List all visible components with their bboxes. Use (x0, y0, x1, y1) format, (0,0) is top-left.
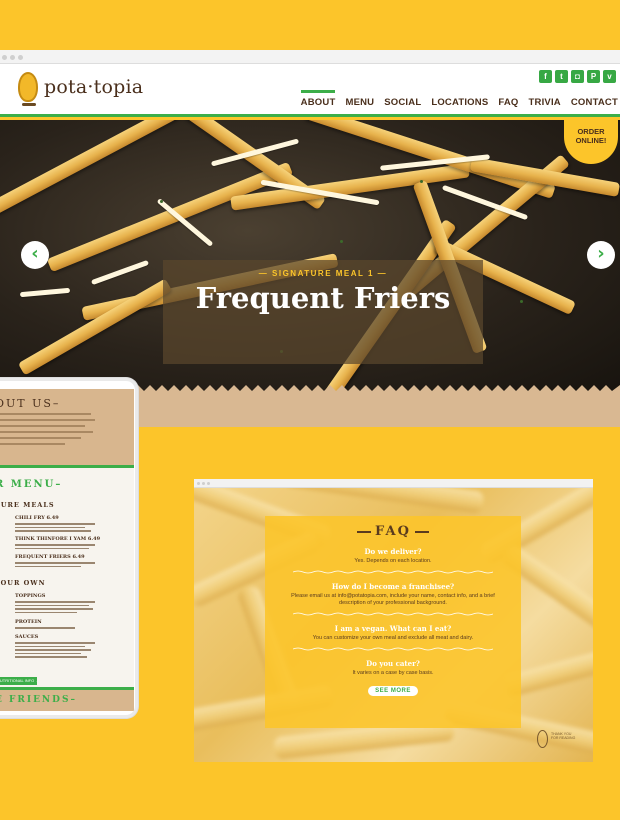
twitter-icon[interactable]: t (555, 70, 568, 83)
faq-panel: FAQ Do we deliver? Yes. Depends on each … (265, 516, 521, 728)
tablet-menu-item[interactable]: THINK THINFORE I YAM 6.49 (15, 536, 100, 549)
tablet-about-section: OUT US– (0, 389, 134, 465)
tablet-friends-section: E FRIENDS– (0, 687, 134, 711)
tablet-protein: PROTEIN (15, 619, 75, 629)
faq-question: Do you cater? (366, 659, 420, 668)
pinterest-icon[interactable]: P (587, 70, 600, 83)
tablet-divider (0, 465, 134, 468)
tablet-menu-heading: R MENU– (0, 479, 63, 490)
tablet-mockup: OUT US– R MENU– TURE MEALS CHILI FRY 6.4… (0, 378, 138, 718)
faq-browser-window: FAQ Do we deliver? Yes. Depends on each … (194, 479, 593, 762)
nav-social[interactable]: SOCIAL (384, 97, 421, 108)
hero-caption: — SIGNATURE MEAL 1 — Frequent Friers (163, 260, 483, 364)
tablet-menu-item[interactable]: FREQUENT FRIERS 6.49 (15, 554, 95, 567)
faq-item[interactable]: How do I become a franchisee? Please ema… (265, 582, 521, 616)
browser-dot[interactable] (10, 55, 15, 60)
browser-dot[interactable] (207, 482, 210, 485)
protein-label: PROTEIN (15, 619, 42, 625)
menu-item-price: 6.49 (46, 515, 59, 521)
toppings-label: TOPPINGS (15, 593, 46, 599)
faq-title: FAQ (265, 524, 521, 539)
social-links: f t ◘ P v (539, 70, 616, 83)
fries-image (46, 161, 294, 273)
carousel-prev-arrow-icon[interactable]: ‹ (21, 241, 49, 269)
faq-item[interactable]: I am a vegan. What can I eat? You can cu… (265, 624, 521, 651)
browser-dot[interactable] (2, 55, 7, 60)
menu-item-name: CHILI FRY (15, 515, 45, 521)
vine-icon[interactable]: v (603, 70, 616, 83)
nutritional-info-button[interactable]: NUTRITIONAL INFO → (0, 677, 37, 685)
mayo-drizzle (19, 287, 71, 298)
order-online-badge[interactable]: ORDER ONLINE! (564, 120, 618, 164)
wave-divider (293, 570, 493, 574)
wave-divider (293, 612, 493, 616)
faq-answer: You can customize your own meal and excl… (312, 635, 474, 641)
faq-answer: Yes. Depends on each location. (354, 558, 432, 564)
wave-divider (293, 647, 493, 651)
herb-garnish (340, 240, 343, 243)
hero-carousel: ORDER ONLINE! ‹ › — SIGNATURE MEAL 1 — F… (0, 120, 620, 397)
desktop-browser-window: pota·topia f t ◘ P v ABOUT MENU SOCIAL L… (0, 50, 620, 427)
sauces-label: SAUCES (15, 634, 39, 640)
faq-question: Do we deliver? (364, 547, 422, 556)
potato-logo-icon[interactable] (18, 72, 38, 106)
menu-item-price: 6.49 (87, 536, 101, 542)
logo-text[interactable]: pota·topia (44, 76, 143, 98)
tablet-screen: OUT US– R MENU– TURE MEALS CHILI FRY 6.4… (0, 389, 134, 711)
tablet-signature-heading: TURE MEALS (0, 501, 55, 509)
herb-garnish (520, 300, 523, 303)
hero-subtitle: — SIGNATURE MEAL 1 — (258, 269, 388, 278)
menu-item-price: 6.49 (72, 554, 85, 560)
faq-question: I am a vegan. What can I eat? (334, 624, 452, 633)
browser-dot[interactable] (197, 482, 200, 485)
tablet-build-your-own-heading: YOUR OWN (0, 579, 46, 587)
browser-title-bar (0, 50, 620, 64)
faq-item[interactable]: Do you cater? It varies on a case by cas… (265, 659, 521, 677)
faq-background-image: FAQ Do we deliver? Yes. Depends on each … (194, 488, 593, 762)
tablet-sauces: SAUCES (15, 634, 95, 658)
browser-dot[interactable] (202, 482, 205, 485)
tablet-about-text (0, 413, 95, 449)
see-more-button[interactable]: SEE MORE (368, 686, 418, 696)
tablet-menu-item[interactable]: CHILI FRY 6.49 (15, 515, 95, 532)
nav-locations[interactable]: LOCATIONS (431, 97, 488, 108)
facebook-icon[interactable]: f (539, 70, 552, 83)
faq-item[interactable]: Do we deliver? Yes. Depends on each loca… (265, 547, 521, 574)
browser-title-bar (194, 479, 593, 488)
faq-question: How do I become a franchisee? (331, 582, 455, 591)
herb-garnish (160, 200, 163, 203)
potato-mascot-tag: THANK YOU FOR READING (537, 730, 585, 754)
tablet-toppings: TOPPINGS (15, 593, 95, 613)
thank-you-text: THANK YOU FOR READING (551, 732, 576, 740)
browser-dot[interactable] (18, 55, 23, 60)
site-header: pota·topia f t ◘ P v ABOUT MENU SOCIAL L… (0, 64, 620, 117)
tablet-friends-heading: E FRIENDS– (0, 695, 77, 705)
nav-about[interactable]: ABOUT (300, 90, 336, 108)
potato-icon (537, 730, 548, 748)
instagram-icon[interactable]: ◘ (571, 70, 584, 83)
faq-answer: Please email us at info@potatopia.com, i… (291, 593, 495, 606)
hero-title: Frequent Friers (195, 281, 451, 315)
nav-faq[interactable]: FAQ (498, 97, 518, 108)
menu-item-name: FREQUENT FRIERS (15, 554, 71, 560)
faq-answer: It varies on a case by case basis. (352, 670, 434, 676)
main-nav: ABOUT MENU SOCIAL LOCATIONS FAQ TRIVIA C… (300, 90, 618, 108)
carousel-next-arrow-icon[interactable]: › (587, 241, 615, 269)
nav-trivia[interactable]: TRIVIA (529, 97, 561, 108)
nav-contact[interactable]: CONTACT (571, 97, 618, 108)
mayo-drizzle (90, 259, 150, 286)
tablet-about-heading: OUT US– (0, 397, 61, 410)
nav-menu[interactable]: MENU (345, 97, 374, 108)
herb-garnish (420, 180, 423, 183)
menu-item-name: THINK THINFORE I YAM (15, 536, 87, 542)
